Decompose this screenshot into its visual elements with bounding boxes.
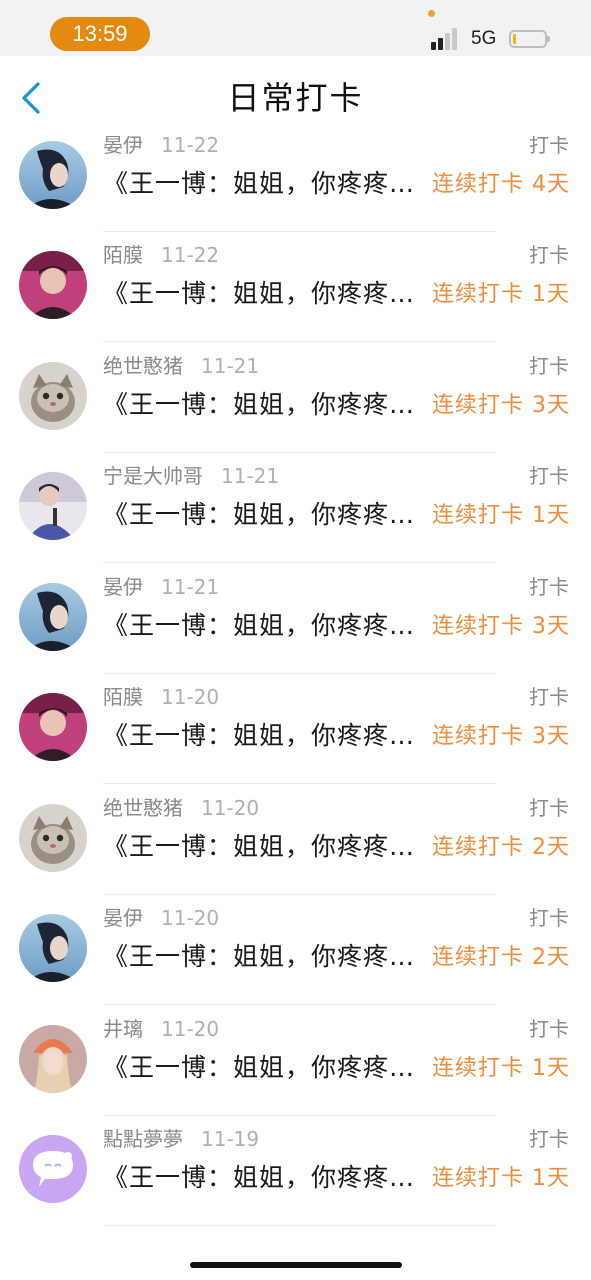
entry-date: 11-21 bbox=[161, 574, 220, 599]
status-time: 13:59 bbox=[50, 17, 150, 51]
entry-date: 11-20 bbox=[161, 906, 220, 930]
entry-date: 11-19 bbox=[201, 1127, 260, 1151]
status-bar: 13:59 5G bbox=[0, 0, 591, 56]
entry-type: 打卡 bbox=[529, 1016, 569, 1041]
nav-header: 日常打卡 bbox=[0, 56, 591, 136]
home-indicator[interactable] bbox=[190, 1262, 402, 1268]
back-button[interactable] bbox=[14, 76, 54, 120]
entry-meta: 晏伊 11-20 bbox=[103, 902, 219, 931]
phone-screen: 13:59 5G 日常打卡 《王一博：姐姐，你疼疼我吧》 连续打卡 2天 bbox=[0, 0, 591, 1280]
checkin-list[interactable]: 《王一博：姐姐，你疼疼我吧》 连续打卡 2天 晏伊 11-22 打卡 《王一博：姐… bbox=[0, 136, 591, 1280]
streak-label: 连续打卡 2天 bbox=[432, 834, 570, 860]
entry-date: 11-22 bbox=[161, 243, 220, 267]
user-name[interactable]: 陌膜 bbox=[103, 243, 143, 267]
user-name[interactable]: 陌膜 bbox=[103, 685, 143, 709]
list-item[interactable]: 井璃 11-20 打卡 《王一博：姐姐，你疼疼我吧》 连续打卡 1天 bbox=[0, 1006, 591, 1116]
list-item[interactable]: 點點夢夢 11-19 打卡 《王一博：姐姐，你疼疼我吧》 连续打卡 1天 bbox=[0, 1116, 591, 1226]
entry-meta: 點點夢夢 11-19 bbox=[103, 1123, 259, 1152]
list-item[interactable]: 陌膜 11-22 打卡 《王一博：姐姐，你疼疼我吧》 连续打卡 1天 bbox=[0, 232, 591, 342]
entry-title[interactable]: 《王一博：姐姐，你疼疼我吧》 bbox=[103, 164, 438, 200]
entry-type: 打卡 bbox=[529, 574, 569, 599]
entry-meta: 陌膜 11-20 bbox=[103, 681, 219, 710]
entry-date: 11-20 bbox=[201, 795, 260, 820]
streak-label: 连续打卡 1天 bbox=[432, 1055, 570, 1081]
entry-title[interactable]: 《王一博：姐姐，你疼疼我吧》 bbox=[103, 606, 438, 642]
entry-meta: 宁是大帅哥 11-21 bbox=[103, 460, 279, 489]
streak-label: 连续打卡 2天 bbox=[432, 945, 570, 970]
entry-type: 打卡 bbox=[529, 243, 569, 267]
entry-title[interactable]: 《王一博：姐姐，你疼疼我吧》 bbox=[103, 1158, 438, 1194]
network-type: 5G bbox=[471, 28, 497, 49]
avatar-pink-portrait[interactable] bbox=[19, 251, 87, 319]
entry-type: 打卡 bbox=[529, 464, 569, 488]
list-item[interactable]: 陌膜 11-20 打卡 《王一博：姐姐，你疼疼我吧》 连续打卡 3天 bbox=[0, 674, 591, 784]
list-item[interactable]: 绝世憨猪 11-20 打卡 《王一博：姐姐，你疼疼我吧》 连续打卡 2天 bbox=[0, 785, 591, 895]
entry-title[interactable]: 《王一博：姐姐，你疼疼我吧》 bbox=[103, 385, 438, 421]
avatar-purple-portrait[interactable] bbox=[19, 472, 87, 540]
entry-meta: 晏伊 11-21 bbox=[103, 571, 219, 600]
entry-date: 11-21 bbox=[201, 353, 260, 378]
entry-meta: 井璃 11-20 bbox=[103, 1013, 219, 1042]
entry-type: 打卡 bbox=[529, 353, 569, 378]
page-title: 日常打卡 bbox=[227, 79, 364, 117]
list-item[interactable]: 绝世憨猪 11-21 打卡 《王一博：姐姐，你疼疼我吧》 连续打卡 3天 bbox=[0, 343, 591, 453]
avatar-pink-portrait[interactable] bbox=[19, 693, 87, 761]
entry-date: 11-20 bbox=[161, 1016, 220, 1041]
avatar-chat-bubble[interactable] bbox=[19, 1135, 87, 1203]
avatar-cat[interactable] bbox=[19, 361, 87, 430]
user-name[interactable]: 绝世憨猪 bbox=[103, 796, 183, 820]
entry-type: 打卡 bbox=[529, 1127, 569, 1151]
avatar-girl-orange-hat[interactable] bbox=[19, 1024, 87, 1093]
streak-label: 连续打卡 3天 bbox=[432, 613, 570, 639]
streak-label: 连续打卡 1天 bbox=[432, 503, 570, 528]
entry-date: 11-22 bbox=[161, 136, 220, 157]
list-item[interactable]: 晏伊 11-22 打卡 《王一博：姐姐，你疼疼我吧》 连续打卡 4天 bbox=[0, 136, 591, 232]
streak-label: 连续打卡 1天 bbox=[432, 1166, 570, 1191]
entry-title[interactable]: 《王一博：姐姐，你疼疼我吧》 bbox=[103, 274, 438, 310]
entry-title[interactable]: 《王一博：姐姐，你疼疼我吧》 bbox=[103, 1048, 438, 1084]
entry-title[interactable]: 《王一博：姐姐，你疼疼我吧》 bbox=[103, 827, 438, 863]
streak-label: 连续打卡 3天 bbox=[432, 724, 570, 749]
privacy-indicator-dot bbox=[428, 10, 435, 17]
chevron-left-icon bbox=[22, 82, 40, 114]
battery-icon bbox=[509, 30, 550, 48]
user-name[interactable]: 晏伊 bbox=[103, 136, 143, 157]
list-item[interactable]: 晏伊 11-20 打卡 《王一博：姐姐，你疼疼我吧》 连续打卡 2天 bbox=[0, 895, 591, 1005]
user-name[interactable]: 點點夢夢 bbox=[103, 1127, 183, 1151]
entry-type: 打卡 bbox=[529, 685, 569, 709]
user-name[interactable]: 宁是大帅哥 bbox=[103, 464, 203, 488]
entry-meta: 陌膜 11-22 bbox=[103, 239, 219, 268]
entry-date: 11-21 bbox=[221, 464, 280, 488]
avatar-cat[interactable] bbox=[19, 803, 87, 872]
streak-label: 连续打卡 1天 bbox=[432, 282, 570, 307]
entry-meta: 晏伊 11-22 bbox=[103, 136, 219, 158]
entry-type: 打卡 bbox=[529, 136, 569, 157]
entry-type: 打卡 bbox=[529, 795, 569, 820]
entry-type: 打卡 bbox=[529, 906, 569, 930]
entry-meta: 绝世憨猪 11-21 bbox=[103, 350, 259, 379]
user-name[interactable]: 井璃 bbox=[103, 1017, 143, 1041]
entry-title[interactable]: 《王一博：姐姐，你疼疼我吧》 bbox=[103, 937, 438, 973]
entry-date: 11-20 bbox=[161, 685, 220, 709]
divider bbox=[103, 1225, 496, 1226]
list-item[interactable]: 晏伊 11-21 打卡 《王一博：姐姐，你疼疼我吧》 连续打卡 3天 bbox=[0, 564, 591, 674]
list-item[interactable]: 宁是大帅哥 11-21 打卡 《王一博：姐姐，你疼疼我吧》 连续打卡 1天 bbox=[0, 453, 591, 563]
user-name[interactable]: 绝世憨猪 bbox=[103, 354, 183, 378]
user-name[interactable]: 晏伊 bbox=[103, 575, 143, 599]
avatar-blue-portrait[interactable] bbox=[19, 582, 87, 651]
battery-level bbox=[513, 34, 516, 44]
entry-meta: 绝世憨猪 11-20 bbox=[103, 792, 259, 821]
user-name[interactable]: 晏伊 bbox=[103, 906, 143, 930]
avatar-blue-portrait[interactable] bbox=[19, 140, 87, 209]
signal-strength-icon bbox=[431, 28, 463, 50]
avatar-blue-portrait[interactable] bbox=[19, 914, 87, 982]
entry-title[interactable]: 《王一博：姐姐，你疼疼我吧》 bbox=[103, 495, 438, 531]
streak-label: 连续打卡 3天 bbox=[432, 392, 570, 418]
entry-title[interactable]: 《王一博：姐姐，你疼疼我吧》 bbox=[103, 716, 438, 752]
streak-label: 连续打卡 4天 bbox=[432, 171, 570, 197]
